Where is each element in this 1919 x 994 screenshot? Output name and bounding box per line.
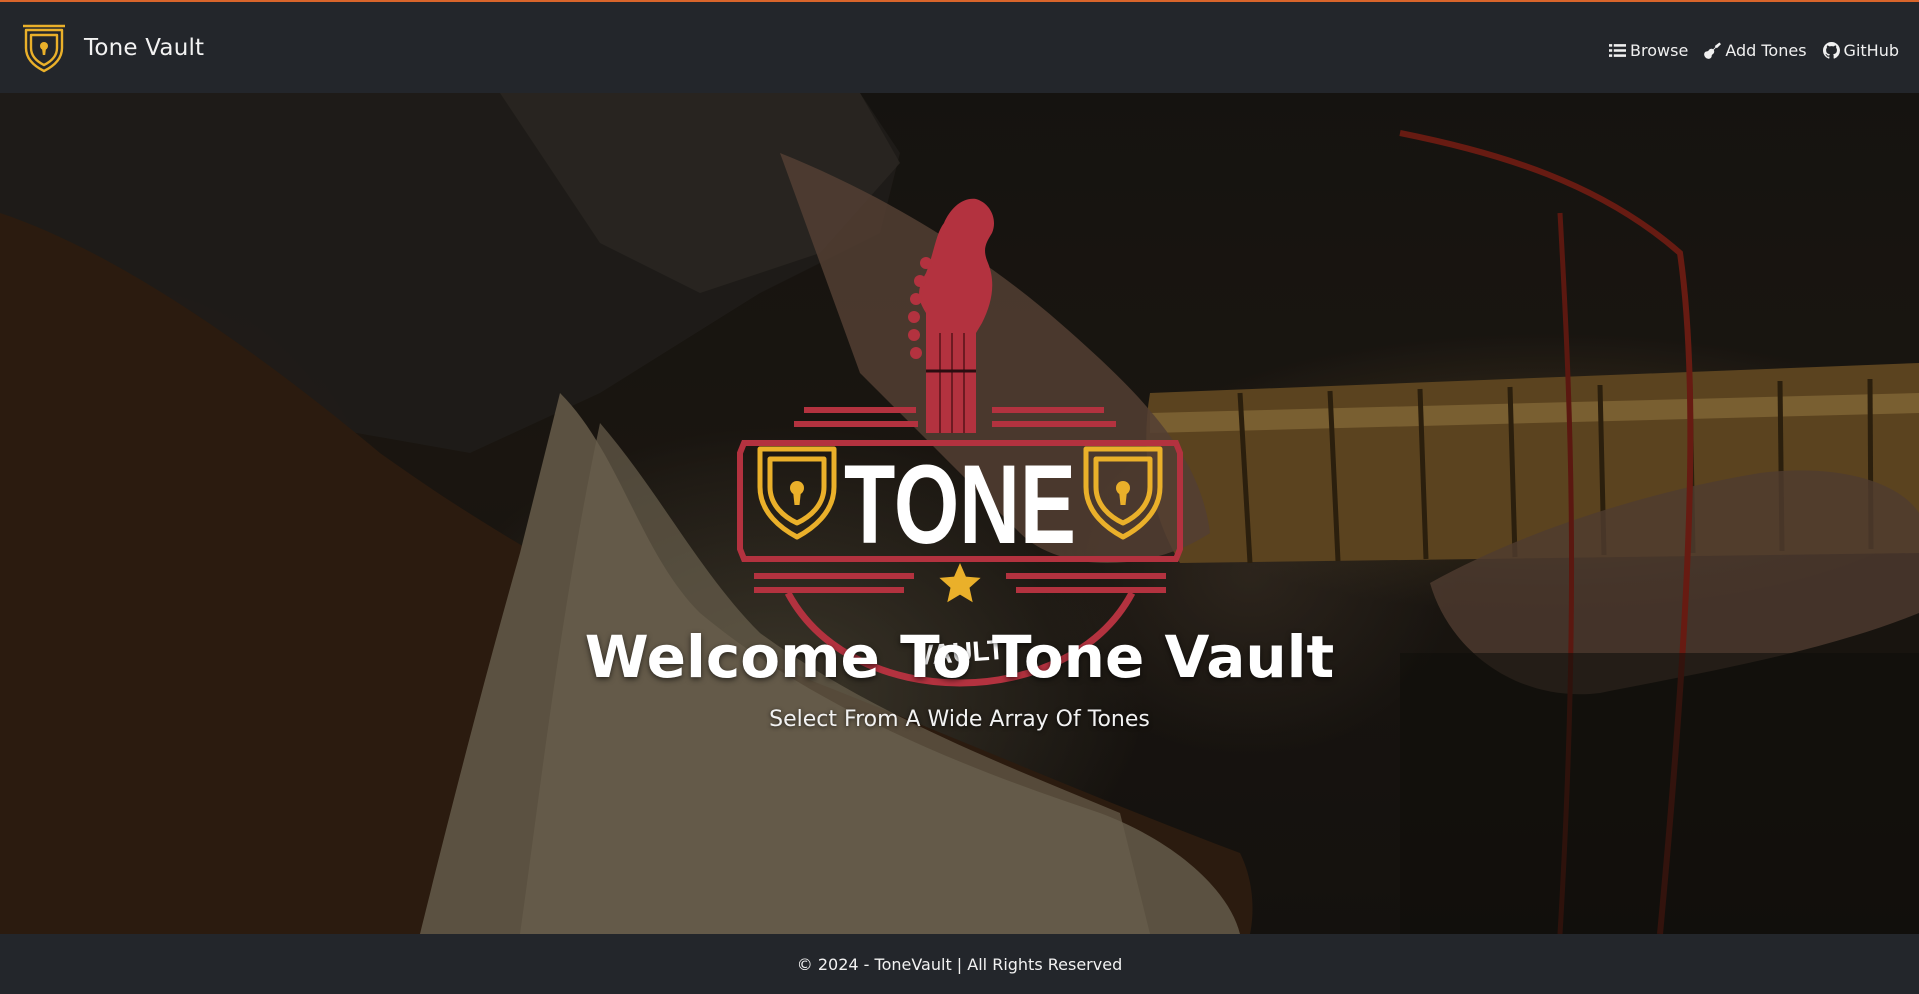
- hero-subtitle: Select From A Wide Array Of Tones: [769, 707, 1150, 732]
- tone-vault-logo: TONE VAULT: [737, 198, 1183, 687]
- footer-copyright: © 2024 - ToneVault | All Rights Reserved: [796, 954, 1123, 974]
- nav-links: Browse Add Tones GitHub: [1609, 41, 1899, 60]
- list-icon: [1609, 44, 1627, 57]
- hero-title: Welcome To Tone Vault: [584, 623, 1335, 691]
- nav-browse-label: Browse: [1630, 41, 1689, 60]
- nav-github-label: GitHub: [1843, 41, 1899, 60]
- github-icon: [1822, 42, 1840, 59]
- nav-add-tones-label: Add Tones: [1725, 41, 1807, 60]
- shield-lock-icon: [23, 24, 65, 72]
- brand-name: Tone Vault: [84, 34, 205, 61]
- hero-section: TONE VAULT Welcome To Tone Vault Select …: [0, 93, 1919, 934]
- nav-browse-link[interactable]: Browse: [1609, 41, 1688, 60]
- nav-add-tones-link[interactable]: Add Tones: [1704, 41, 1807, 60]
- navbar: Tone Vault Browse Add Tones GitHub: [0, 2, 1919, 93]
- guitar-icon: [1704, 42, 1722, 59]
- nav-github-link[interactable]: GitHub: [1822, 41, 1899, 60]
- footer: © 2024 - ToneVault | All Rights Reserved: [0, 934, 1919, 994]
- logo-tone-text: TONE: [844, 442, 1076, 567]
- brand-link[interactable]: Tone Vault: [22, 22, 204, 74]
